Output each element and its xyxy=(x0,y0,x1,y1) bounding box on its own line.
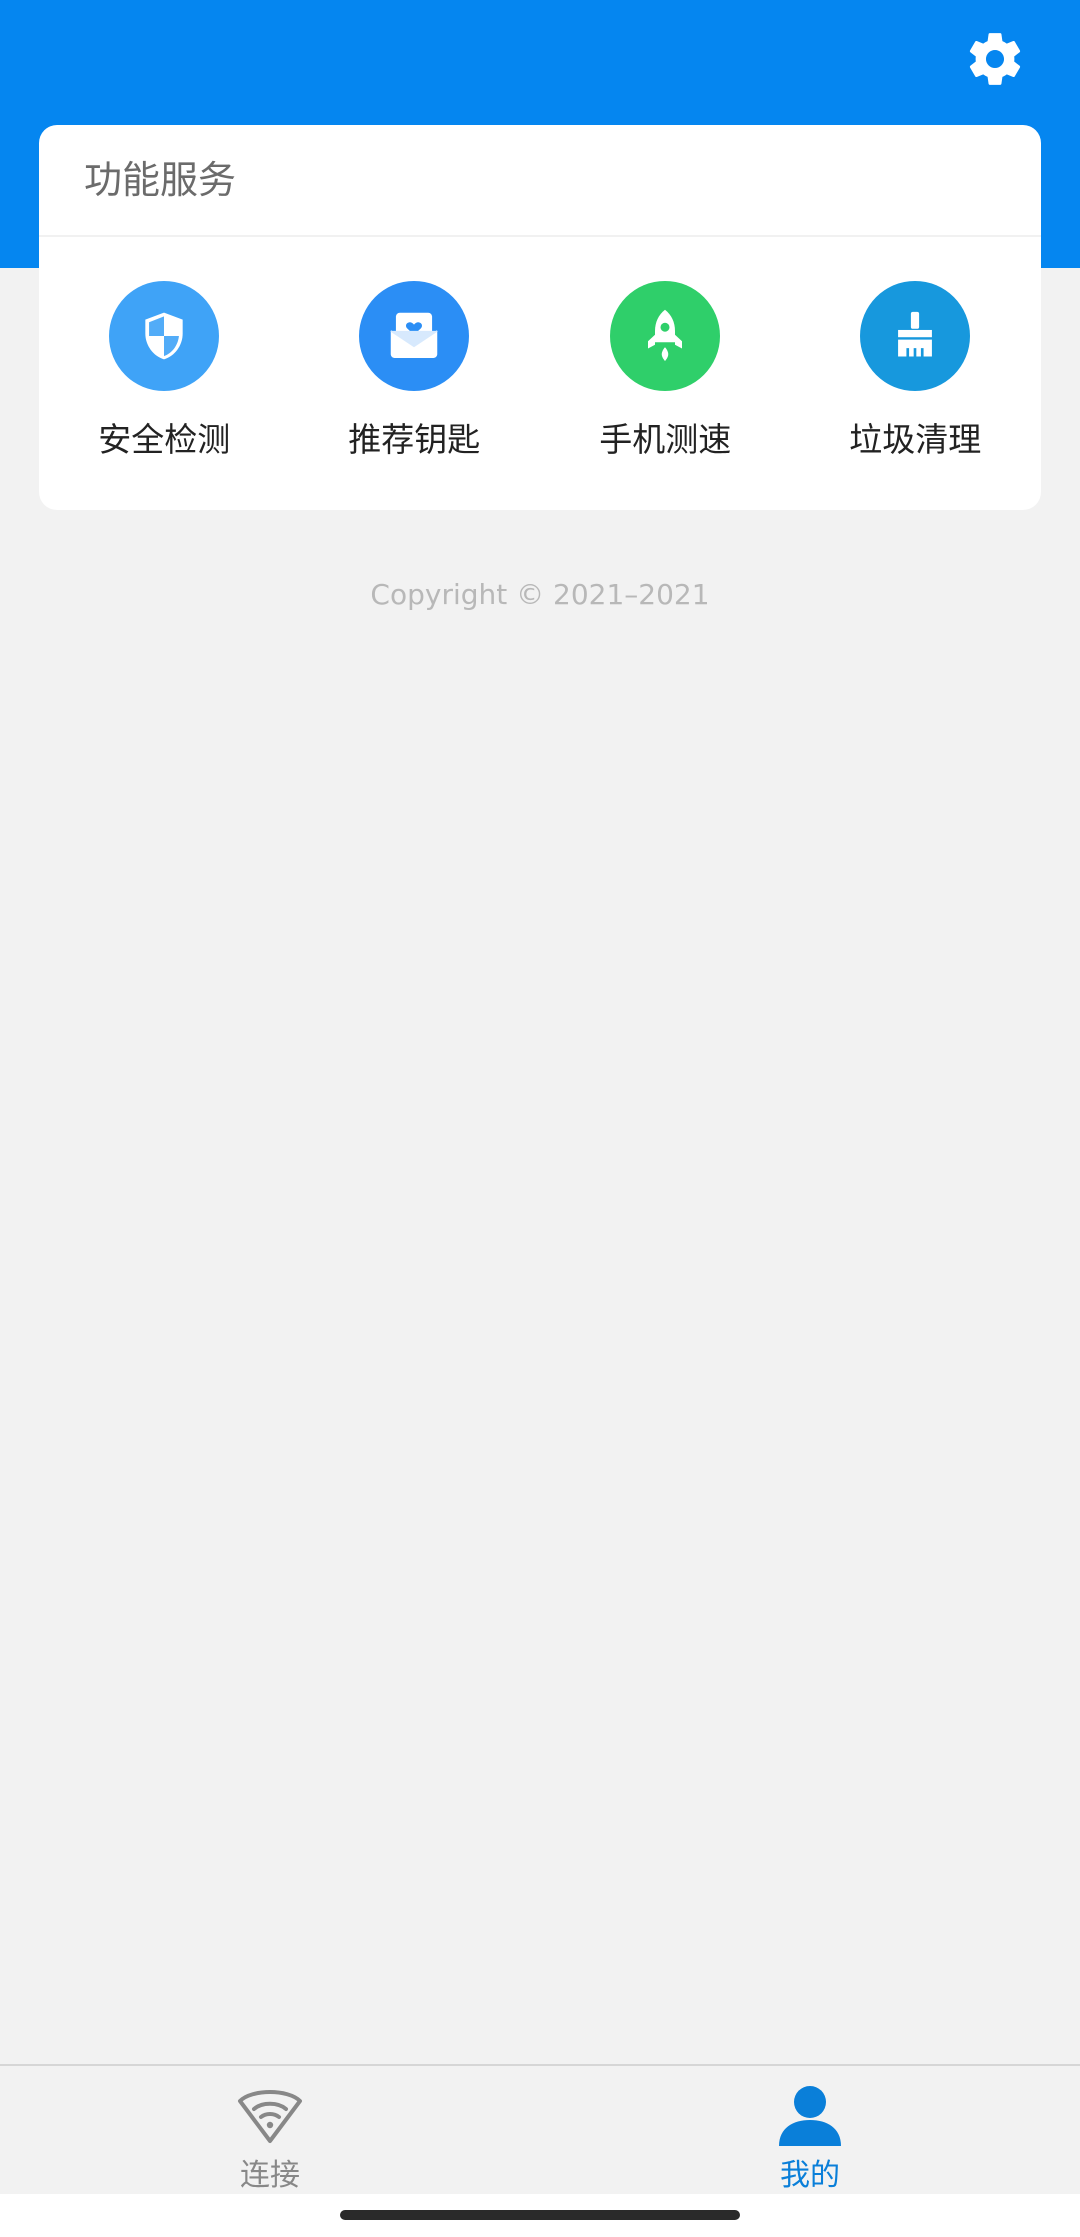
tab-connect[interactable]: 连接 xyxy=(170,2066,370,2196)
service-label: 安全检测 xyxy=(98,420,231,459)
services-row: 安全检测 推荐钥匙 手机测速 垃圾清理 xyxy=(39,0,1041,510)
mail-heart-icon xyxy=(359,281,469,391)
wifi-icon xyxy=(236,2084,304,2146)
tab-label: 连接 xyxy=(240,2158,300,2193)
tab-bar: 连接 我的 xyxy=(0,2064,1080,2196)
broom-icon xyxy=(860,281,970,391)
shield-icon xyxy=(109,281,219,391)
service-label: 手机测速 xyxy=(599,420,732,459)
tab-mine[interactable]: 我的 xyxy=(710,2066,910,2196)
service-speed-test[interactable]: 手机测速 xyxy=(540,0,791,459)
service-label: 垃圾清理 xyxy=(849,420,982,459)
service-recommend-key[interactable]: 推荐钥匙 xyxy=(289,0,540,459)
user-icon xyxy=(776,2084,844,2146)
tab-label: 我的 xyxy=(780,2158,840,2193)
service-label: 推荐钥匙 xyxy=(348,420,481,459)
copyright-text: Copyright © 2021–2021 xyxy=(370,578,710,611)
home-indicator[interactable] xyxy=(340,2210,740,2220)
service-security-check[interactable]: 安全检测 xyxy=(39,0,290,459)
rocket-icon xyxy=(610,281,720,391)
service-junk-clean[interactable]: 垃圾清理 xyxy=(790,0,1041,459)
